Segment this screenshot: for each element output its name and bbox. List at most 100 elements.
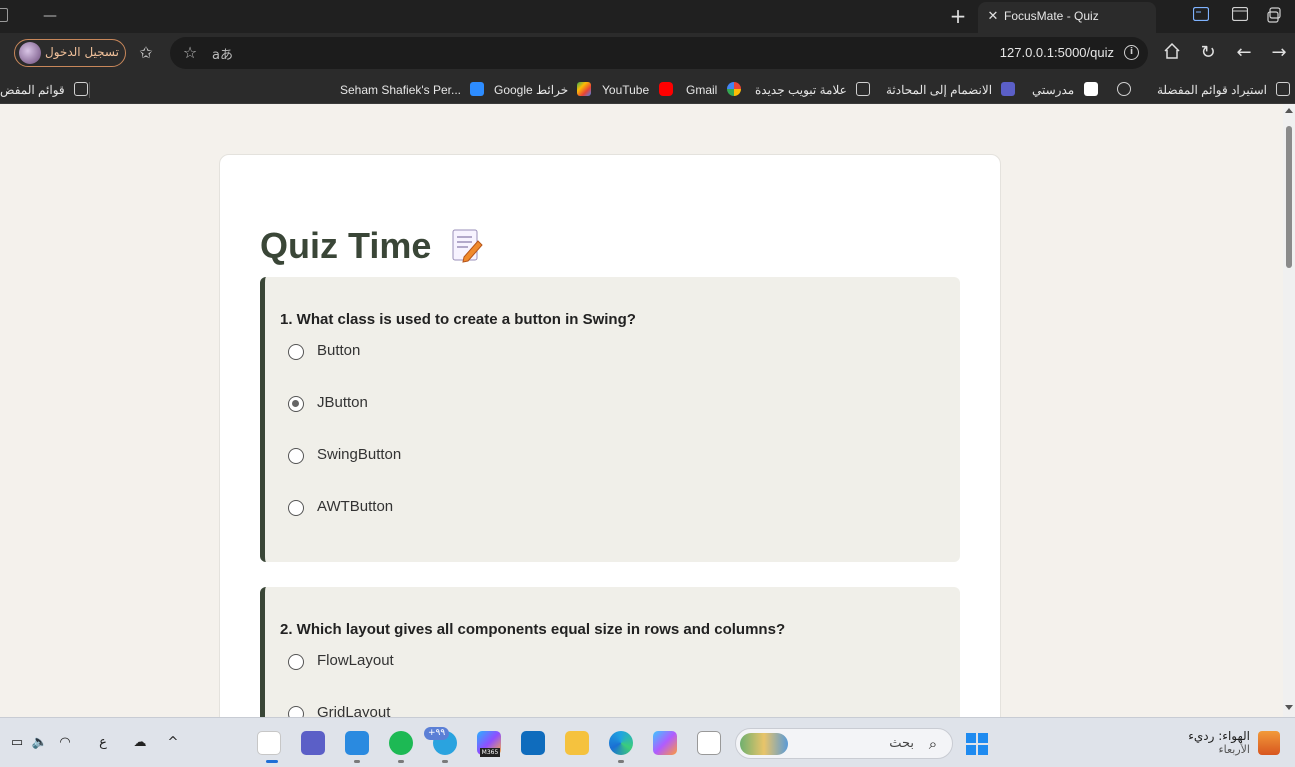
read-aloud-icon[interactable]: aあ [212, 44, 233, 63]
forward-icon[interactable]: → [1268, 42, 1290, 64]
spotify-icon[interactable] [389, 731, 413, 755]
search-placeholder: بحث [889, 736, 914, 751]
telegram-badge: +٩٩ [424, 727, 450, 740]
teams-app-icon[interactable] [301, 731, 325, 755]
scroll-down-icon[interactable] [1285, 705, 1293, 710]
battery-icon[interactable]: ▭ [8, 735, 26, 751]
option-label[interactable]: Button [317, 342, 360, 359]
address-bar[interactable]: ☆ aあ 127.0.0.1:5000/quiz i [170, 37, 1148, 69]
onedrive-icon[interactable]: ☁ [131, 735, 149, 751]
bookmark-folder[interactable]: قوائم المفض [0, 81, 88, 99]
new-tab-icon [856, 82, 871, 96]
page-title: Quiz Time [260, 225, 432, 266]
radio-button[interactable] [288, 344, 304, 360]
bookmark-zoom[interactable]: Seham Shafiek's Per... [340, 81, 485, 99]
bookmark-import[interactable]: استيراد قوائم المفضلة [1157, 81, 1291, 99]
bookmark-new-tab[interactable]: علامة تبويب جديدة [755, 81, 871, 99]
question-text: 1. What class is used to create a button… [280, 311, 636, 328]
globe-icon [1117, 82, 1131, 96]
weather-line-1: الهواء: رديء [1188, 729, 1250, 743]
option-label[interactable]: AWTButton [317, 498, 393, 515]
bookmark-label: Google خرائط [494, 83, 569, 97]
search-icon: ⌕ [928, 735, 938, 753]
tab-focusmate-quiz[interactable]: ✕ FocusMate - Quiz [978, 2, 1156, 33]
site-info-icon[interactable]: i [1124, 45, 1139, 60]
bookmark-teams[interactable]: الانضمام إلى المحادثة [886, 81, 1016, 99]
scroll-up-icon[interactable] [1285, 108, 1293, 113]
taskbar: ▭ 🔈 ◠ ع ☁ ^ +٩٩ M365 بحث ⌕ الهواء: رديء … [0, 717, 1295, 767]
question-block: 1. What class is used to create a button… [260, 277, 960, 562]
signin-button[interactable]: تسجيل الدخول [14, 39, 126, 67]
tab-close-icon[interactable]: ✕ [986, 9, 1000, 25]
file-explorer-icon[interactable] [565, 731, 589, 755]
bookmark-gmail[interactable]: Gmail [686, 81, 741, 99]
weather-line-2: الأربعاء [1218, 743, 1250, 756]
bookmark-youtube[interactable]: YouTube [602, 81, 673, 99]
tab-actions-icon[interactable] [1231, 6, 1249, 25]
quiz-card: Quiz Time 1. What class is used to creat… [219, 154, 1001, 717]
radio-button[interactable] [288, 500, 304, 516]
radio-button[interactable] [288, 654, 304, 670]
page-viewport: Quiz Time 1. What class is used to creat… [0, 104, 1283, 717]
scrollbar-thumb[interactable] [1286, 126, 1292, 268]
minimize-icon[interactable]: — [40, 6, 60, 26]
new-tab-button[interactable]: + [947, 5, 969, 27]
maps-icon [577, 82, 592, 96]
edge-icon[interactable] [609, 731, 633, 755]
option-label[interactable]: SwingButton [317, 446, 401, 463]
show-hidden-icons-chevron-icon[interactable]: ^ [164, 735, 182, 751]
question-text: 2. Which layout gives all components equ… [280, 621, 786, 638]
active-app-indicator [266, 760, 278, 763]
terminal-icon[interactable] [697, 731, 721, 755]
bookmarks-separator [89, 82, 90, 98]
wifi-icon[interactable]: ◠ [56, 735, 74, 751]
url-text[interactable]: 127.0.0.1:5000/quiz [1000, 45, 1114, 60]
avatar [19, 42, 41, 64]
bookmarks-bar: قوائم المفض Seham Shafiek's Per... Googl… [0, 75, 1295, 104]
bookmark-label: الانضمام إلى المحادثة [886, 83, 993, 97]
weather-widget[interactable]: الهواء: رديء الأربعاء [1188, 729, 1250, 756]
page-scrollbar[interactable] [1283, 104, 1295, 717]
bookmark-label: YouTube [602, 83, 650, 97]
youtube-icon [658, 82, 673, 96]
sidebar-toggle-icon[interactable] [1192, 6, 1210, 25]
bookmark-madrasati[interactable]: مدرستي [1032, 81, 1098, 99]
option-label[interactable]: GridLayout [317, 704, 390, 717]
add-favorite-star-icon[interactable]: ☆ [180, 43, 200, 63]
language-indicator[interactable]: ع [94, 735, 112, 751]
tab-title: FocusMate - Quiz [1004, 9, 1099, 23]
taskbar-search[interactable]: بحث ⌕ [735, 728, 953, 759]
radio-button[interactable] [288, 706, 304, 717]
home-icon[interactable] [1161, 42, 1183, 64]
browser-toolbar: تسجيل الدخول ✩ ☆ aあ 127.0.0.1:5000/quiz … [0, 33, 1295, 75]
google-icon [726, 82, 741, 96]
question-block: 2. Which layout gives all components equ… [260, 587, 960, 717]
bookmark-folder-label: قوائم المفض [0, 83, 65, 97]
vscode-icon[interactable] [345, 731, 369, 755]
search-highlight-image [740, 733, 788, 755]
refresh-icon[interactable]: ↻ [1197, 42, 1219, 64]
volume-icon[interactable]: 🔈 [31, 735, 49, 751]
option-label[interactable]: JButton [317, 394, 368, 411]
workspaces-icon[interactable] [1266, 7, 1284, 25]
outlook-icon[interactable] [521, 731, 545, 755]
bookmark-label: Gmail [686, 83, 718, 97]
app-indicator [398, 760, 404, 763]
radio-button[interactable] [288, 448, 304, 464]
radio-button-selected[interactable] [288, 396, 304, 412]
back-icon[interactable]: ← [1233, 42, 1255, 64]
copilot-icon[interactable] [653, 731, 677, 755]
bookmark-label: استيراد قوائم المفضلة [1157, 83, 1268, 97]
snipping-tool-icon[interactable] [257, 731, 281, 755]
bookmark-label: علامة تبويب جديدة [755, 83, 847, 97]
window-edge-icon [0, 8, 8, 22]
title-bar: — + ✕ FocusMate - Quiz [0, 0, 1295, 33]
memo-icon [450, 227, 484, 263]
weather-icon[interactable] [1258, 731, 1280, 755]
app-indicator [442, 760, 448, 763]
favorites-icon[interactable]: ✩ [135, 42, 157, 64]
option-label[interactable]: FlowLayout [317, 652, 394, 669]
bookmark-globe[interactable] [1111, 81, 1131, 99]
bookmark-google-maps[interactable]: Google خرائط [494, 81, 592, 99]
start-button[interactable] [966, 733, 988, 755]
